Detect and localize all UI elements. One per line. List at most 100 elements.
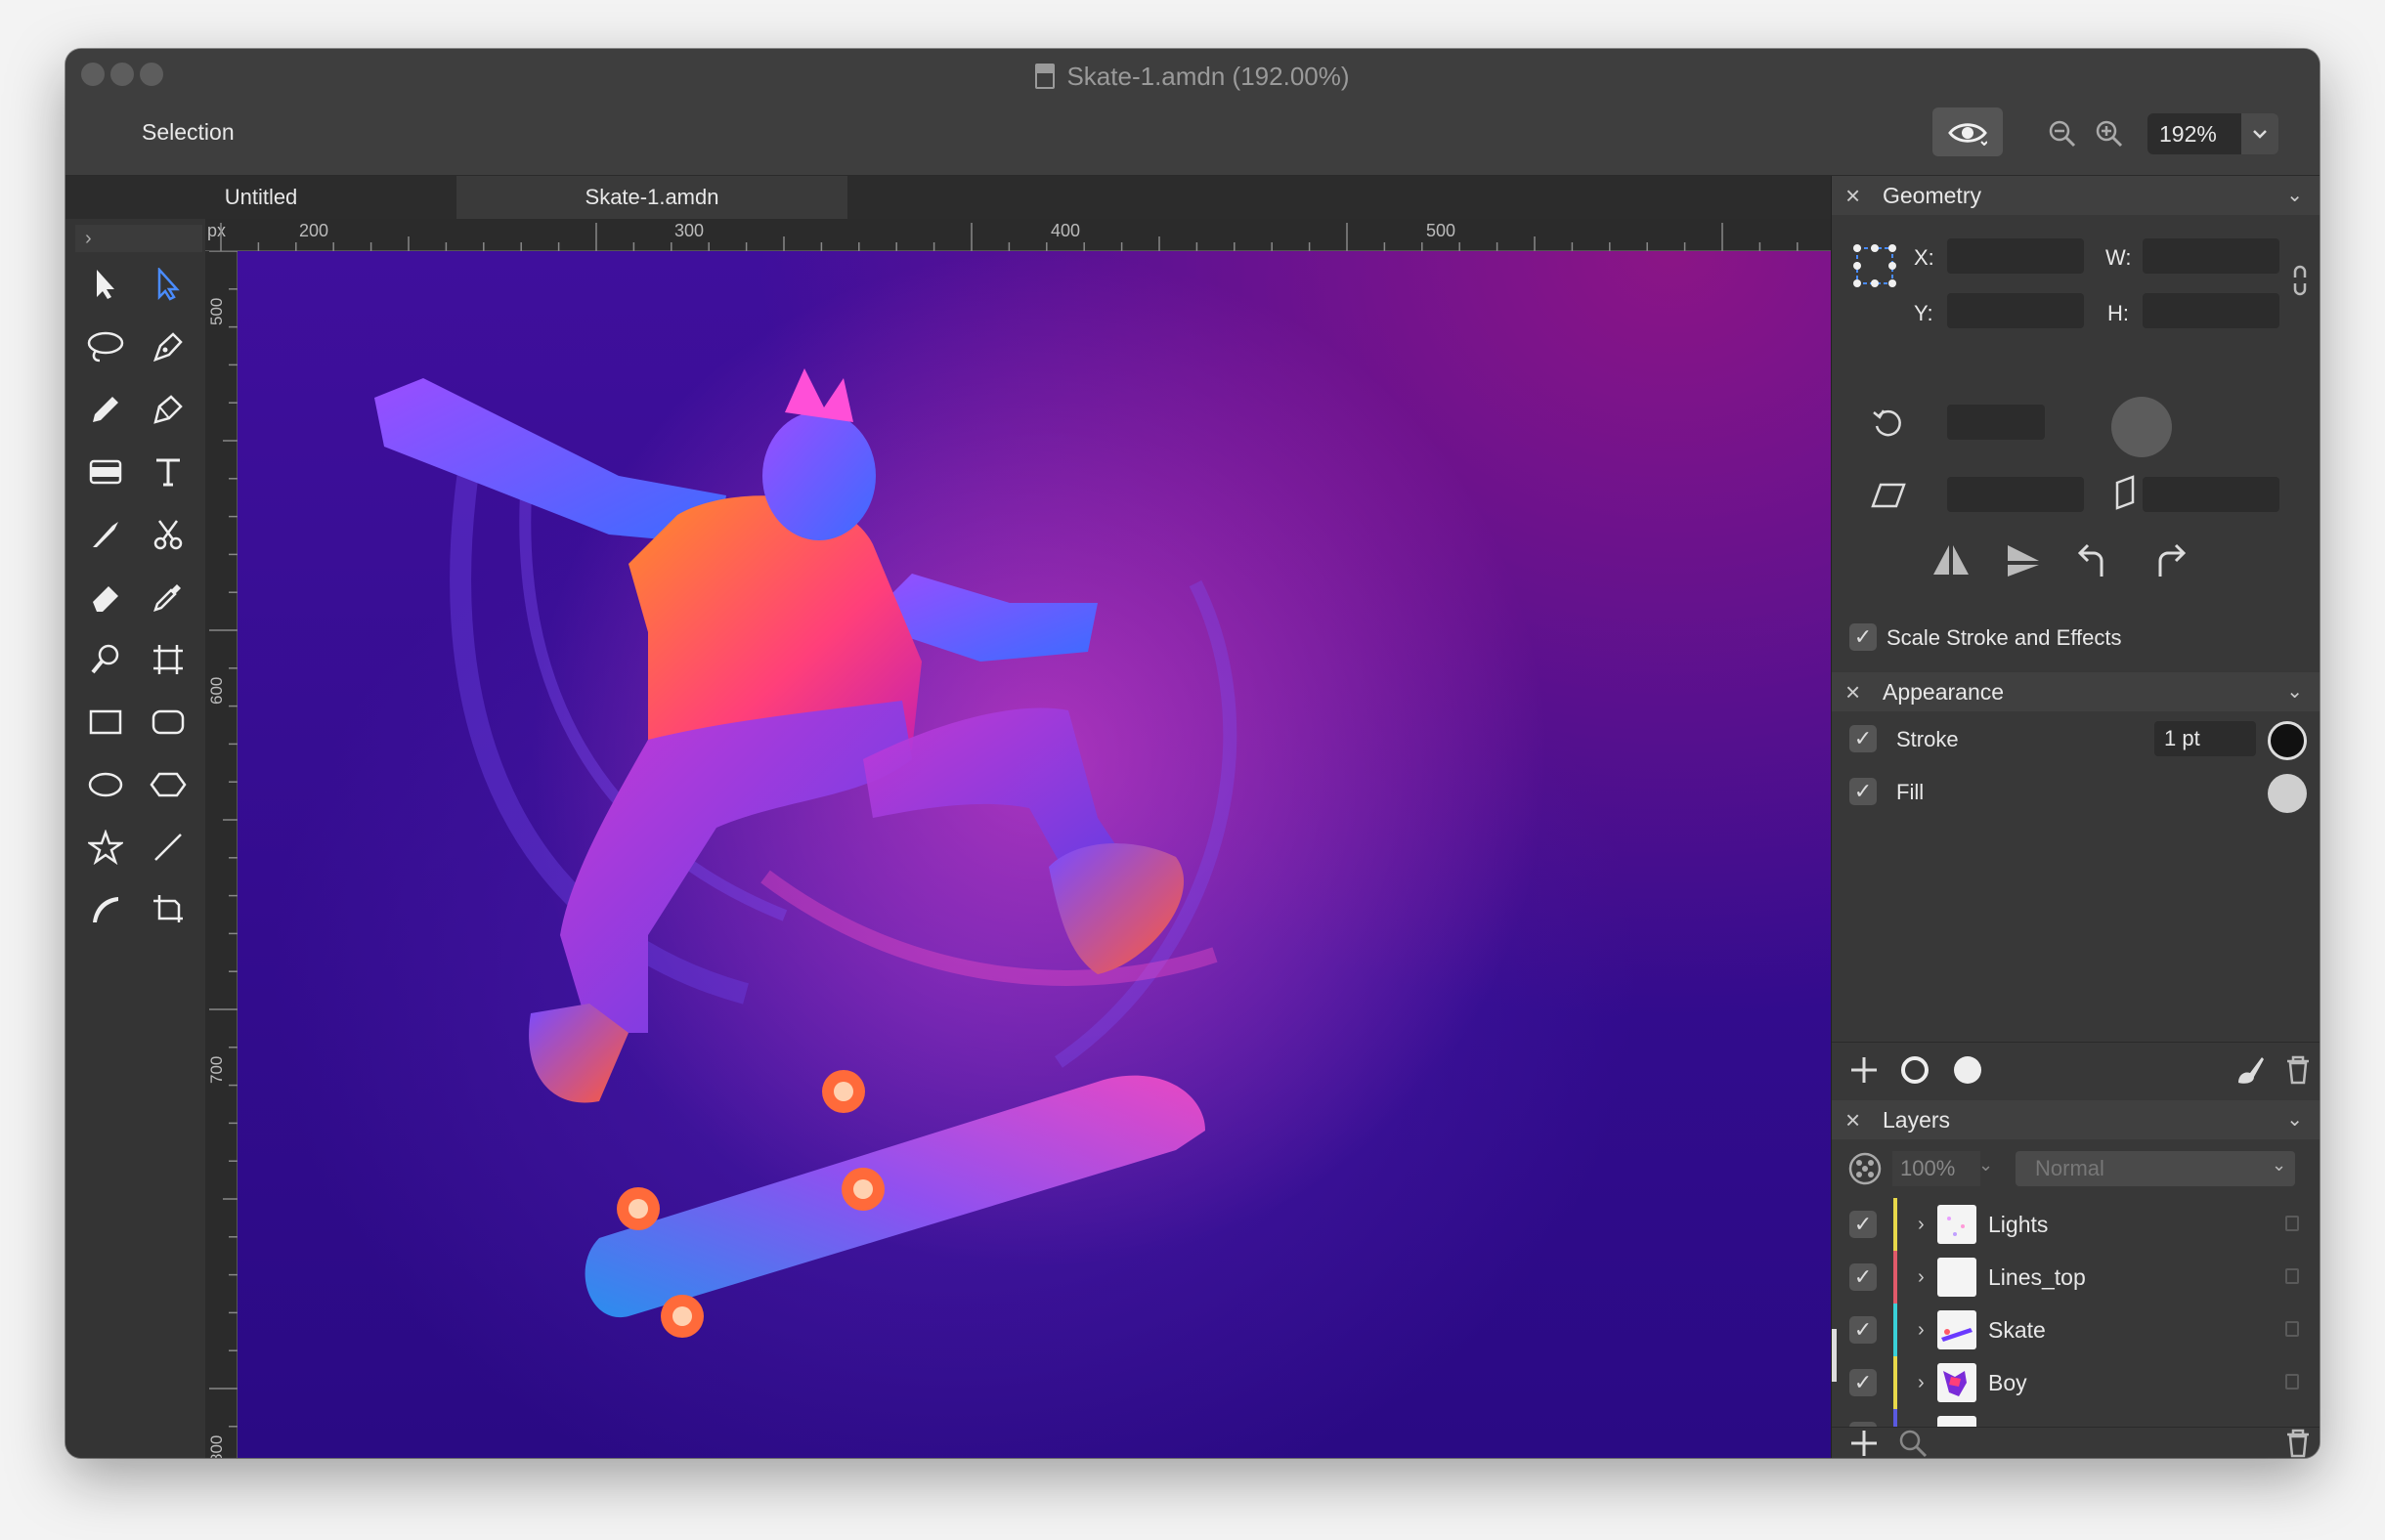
height-field[interactable] [2143,293,2279,328]
add-stroke-icon[interactable] [1898,1053,1931,1087]
search-icon[interactable] [1896,1427,1930,1458]
pen-icon [152,332,183,363]
gradient-tool-button[interactable] [79,446,132,498]
text-tool-button[interactable] [142,446,195,498]
fill-color-swatch[interactable] [2268,774,2307,813]
rotation-dial[interactable] [2111,397,2172,457]
scale-stroke-checkbox[interactable]: ✓ [1849,623,1877,651]
bezier-tool-button[interactable] [142,383,195,436]
flip-vertical-icon[interactable] [2004,541,2043,580]
rounded-rectangle-icon [152,709,185,735]
chevron-right-icon[interactable]: › [1918,1409,1925,1427]
layer-visibility-checkbox[interactable]: ✓ [1849,1263,1877,1291]
trash-icon[interactable] [2283,1427,2313,1458]
stroke-checkbox[interactable]: ✓ [1849,725,1877,752]
eyedropper-tool-button[interactable] [142,571,195,623]
chevron-right-icon[interactable]: › [1918,1304,1925,1356]
lasso-tool-button[interactable] [79,321,132,373]
brush-icon[interactable] [2233,1053,2266,1087]
zoom-in-icon[interactable] [2095,119,2124,149]
stroke-label: Stroke [1896,727,1959,751]
width-field[interactable] [2143,238,2279,274]
add-icon[interactable] [1847,1053,1881,1087]
skew-field[interactable] [2143,477,2279,512]
pencil-tool-button[interactable] [79,383,132,436]
polygon-tool-button[interactable] [142,758,195,811]
artwork-canvas[interactable] [238,251,1831,1458]
zoom-out-icon[interactable] [2048,119,2077,149]
lock-icon[interactable] [2285,1321,2299,1337]
zoom-tool-button[interactable] [79,633,132,686]
chevron-right-icon[interactable]: › [1918,1251,1925,1304]
zoom-level-field[interactable]: 192% [2147,113,2241,154]
knife-tool-button[interactable] [79,508,132,561]
tab-skate[interactable]: Skate-1.amdn [456,176,847,219]
divider [1832,1042,2320,1043]
layer-visibility-checkbox[interactable]: ✓ [1849,1316,1877,1344]
tab-untitled[interactable]: Untitled [65,176,456,219]
toolbox-collapse-button[interactable]: › [75,225,202,252]
lock-icon[interactable] [2285,1374,2299,1390]
x-field[interactable] [1947,238,2084,274]
chevron-right-icon[interactable]: › [1918,1198,1925,1251]
arc-tool-button[interactable] [79,883,132,936]
layers-header[interactable]: × Layers ⌄ [1832,1100,2320,1139]
layer-row[interactable]: ✓ › Lights [1832,1198,2320,1251]
link-icon[interactable] [2291,264,2309,297]
chevron-right-icon[interactable]: › [1918,1356,1925,1409]
close-icon[interactable]: × [1845,1100,1860,1139]
lock-icon[interactable] [2285,1216,2299,1231]
chevron-down-icon[interactable]: ⌄ [2272,1155,2286,1176]
lights-thumbnail [1947,1217,1965,1236]
ellipse-tool-button[interactable] [79,758,132,811]
direct-select-tool-button[interactable] [142,258,195,311]
layer-visibility-checkbox[interactable]: ✓ [1849,1211,1877,1238]
zoom-dropdown-button[interactable] [2241,113,2278,154]
star-icon [88,830,123,865]
layer-row[interactable]: ✓ › Boy [1832,1356,2320,1409]
appearance-header[interactable]: × Appearance ⌄ [1832,672,2320,711]
chevron-down-icon[interactable]: ⌄ [2286,1100,2303,1139]
fill-checkbox[interactable]: ✓ [1849,778,1877,805]
layer-visibility-checkbox[interactable]: ✓ [1849,1369,1877,1396]
layer-row[interactable]: ✓ › Lines_top [1832,1251,2320,1304]
pen-tool-button[interactable] [142,321,195,373]
stroke-color-swatch[interactable] [2268,721,2307,760]
line-tool-button[interactable] [142,821,195,874]
shear-field[interactable] [1947,477,2084,512]
current-tool-label: Selection [142,119,235,145]
blend-mode-select[interactable]: Normal [2016,1151,2295,1186]
preview-toggle-button[interactable] [1932,107,2003,156]
artboard-tool-button[interactable] [142,633,195,686]
trash-icon[interactable] [2283,1053,2313,1087]
appearance-title: Appearance [1883,679,2005,705]
close-icon[interactable]: × [1845,672,1860,711]
layer-row[interactable]: ✓ › Lines [1832,1409,2320,1427]
layer-row[interactable]: ✓ › Skate [1832,1304,2320,1356]
chevron-down-icon[interactable]: ⌄ [2286,176,2303,215]
eraser-tool-button[interactable] [79,571,132,623]
rotate-right-icon[interactable] [2148,541,2188,580]
rectangle-tool-button[interactable] [79,696,132,749]
rectangle-icon [89,709,122,735]
stroke-width-field[interactable]: 1 pt [2154,721,2256,756]
add-layer-icon[interactable] [1847,1427,1881,1458]
pointer-tool-button[interactable] [79,258,132,311]
document-tabs: Untitled Skate-1.amdn [65,176,1831,219]
rotate-left-icon[interactable] [2076,541,2115,580]
rotation-field[interactable] [1947,405,2045,440]
add-fill-icon[interactable] [1951,1053,1984,1087]
w-label: W: [2105,245,2132,270]
star-tool-button[interactable] [79,821,132,874]
layer-opacity-field[interactable]: 100% [1892,1151,1980,1186]
y-field[interactable] [1947,293,2084,328]
flip-horizontal-icon[interactable] [1930,541,1973,580]
chevron-down-icon[interactable]: ⌄ [1978,1155,1993,1176]
lock-icon[interactable] [2285,1268,2299,1284]
close-icon[interactable]: × [1845,176,1860,215]
crop-tool-button[interactable] [142,883,195,936]
rounded-rectangle-tool-button[interactable] [142,696,195,749]
chevron-down-icon[interactable]: ⌄ [2286,672,2303,711]
scissors-tool-button[interactable] [142,508,195,561]
geometry-header[interactable]: × Geometry ⌄ [1832,176,2320,215]
